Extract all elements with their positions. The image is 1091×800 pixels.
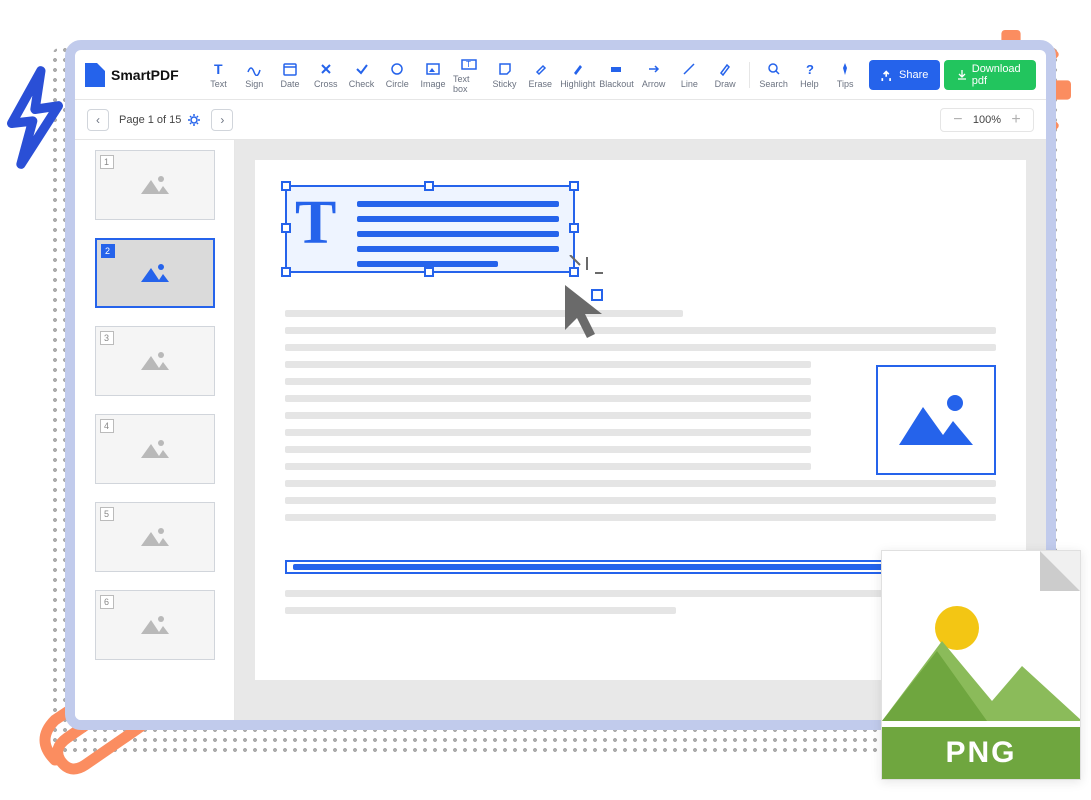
circle-icon — [390, 61, 404, 77]
resize-handle-bl[interactable] — [281, 267, 291, 277]
thumbnail-sidebar[interactable]: 1 2 3 4 5 6 — [75, 140, 235, 720]
selected-text-box[interactable]: T — [285, 185, 575, 273]
resize-handle-tc[interactable] — [424, 181, 434, 191]
tool-blackout[interactable]: Blackout — [599, 55, 634, 95]
tips-icon — [838, 61, 852, 77]
download-icon — [956, 69, 965, 81]
sticky-icon — [498, 61, 512, 77]
zoom-out-button[interactable]: − — [949, 112, 967, 128]
line-icon — [682, 61, 696, 77]
arrow-icon — [647, 61, 661, 77]
dropcap-icon: T — [295, 192, 336, 254]
png-label: PNG — [882, 727, 1080, 779]
tool-text[interactable]: T Text — [203, 55, 235, 95]
tool-search[interactable]: Search — [758, 55, 790, 95]
search-icon — [767, 61, 781, 77]
thumbnail-5[interactable]: 5 — [95, 502, 215, 572]
svg-text:T: T — [214, 62, 223, 76]
sub-toolbar: ‹ Page 1 of 15 › − 100% + — [75, 100, 1046, 140]
cross-icon — [319, 61, 333, 77]
main-toolbar: SmartPDF T Text Sign Date Cross Check Ci… — [75, 50, 1046, 100]
thumbnail-3[interactable]: 3 — [95, 326, 215, 396]
tool-date[interactable]: Date — [274, 55, 306, 95]
image-placeholder-icon — [137, 172, 173, 198]
svg-text:?: ? — [806, 62, 814, 76]
blackout-icon — [609, 61, 623, 77]
app-name: SmartPDF — [111, 67, 179, 83]
highlight-icon — [571, 61, 585, 77]
tool-help[interactable]: ? Help — [794, 55, 826, 95]
thumbnail-6[interactable]: 6 — [95, 590, 215, 660]
sign-icon — [246, 61, 262, 77]
tool-cross[interactable]: Cross — [310, 55, 342, 95]
check-icon — [355, 61, 369, 77]
tool-highlight[interactable]: Highlight — [560, 55, 595, 95]
image-icon — [891, 385, 981, 455]
tool-line[interactable]: Line — [674, 55, 706, 95]
zoom-in-button[interactable]: + — [1007, 112, 1025, 128]
image-placeholder-selected[interactable] — [876, 365, 996, 475]
resize-handle-ml[interactable] — [281, 223, 291, 233]
png-file-badge: PNG — [881, 550, 1081, 780]
page-nav: ‹ Page 1 of 15 › — [87, 109, 233, 131]
image-placeholder-icon — [137, 436, 173, 462]
draw-icon — [718, 61, 732, 77]
image-icon — [426, 61, 440, 77]
image-placeholder-icon — [137, 348, 173, 374]
image-placeholder-icon — [137, 260, 173, 286]
thumbnail-2[interactable]: 2 — [95, 238, 215, 308]
page-settings-icon[interactable] — [187, 113, 201, 127]
resize-handle-mr[interactable] — [569, 223, 579, 233]
tool-arrow[interactable]: Arrow — [638, 55, 670, 95]
tool-check[interactable]: Check — [346, 55, 378, 95]
calendar-icon — [283, 61, 297, 77]
lightning-decoration — [0, 65, 70, 155]
logo-icon — [85, 63, 105, 87]
tool-sign[interactable]: Sign — [238, 55, 270, 95]
share-button[interactable]: Share — [869, 60, 940, 90]
tool-textbox[interactable]: T Text box — [453, 55, 485, 95]
thumbnail-4[interactable]: 4 — [95, 414, 215, 484]
text-lines-preview — [357, 201, 559, 276]
svg-text:T: T — [466, 60, 471, 69]
thumbnail-1[interactable]: 1 — [95, 150, 215, 220]
image-placeholder-icon — [137, 612, 173, 638]
tool-draw[interactable]: Draw — [709, 55, 741, 95]
download-button[interactable]: Download pdf — [944, 60, 1036, 90]
image-placeholder-icon — [137, 524, 173, 550]
cursor-icon — [560, 280, 615, 350]
text-icon: T — [212, 61, 226, 77]
resize-handle-bc[interactable] — [424, 267, 434, 277]
page-indicator: Page 1 of 15 — [119, 113, 201, 127]
resize-handle-tl[interactable] — [281, 181, 291, 191]
help-icon: ? — [802, 61, 816, 77]
tool-sticky[interactable]: Sticky — [489, 55, 521, 95]
textbox-icon: T — [461, 56, 477, 72]
tool-circle[interactable]: Circle — [381, 55, 413, 95]
tool-erase[interactable]: Erase — [524, 55, 556, 95]
app-logo[interactable]: SmartPDF — [85, 63, 179, 87]
share-icon — [881, 69, 893, 81]
prev-page-button[interactable]: ‹ — [87, 109, 109, 131]
tool-image[interactable]: Image — [417, 55, 449, 95]
erase-icon — [533, 61, 547, 77]
zoom-value: 100% — [973, 114, 1001, 126]
tool-tips[interactable]: Tips — [829, 55, 861, 95]
resize-handle-tr[interactable] — [569, 181, 579, 191]
next-page-button[interactable]: › — [211, 109, 233, 131]
zoom-control: − 100% + — [940, 108, 1034, 132]
